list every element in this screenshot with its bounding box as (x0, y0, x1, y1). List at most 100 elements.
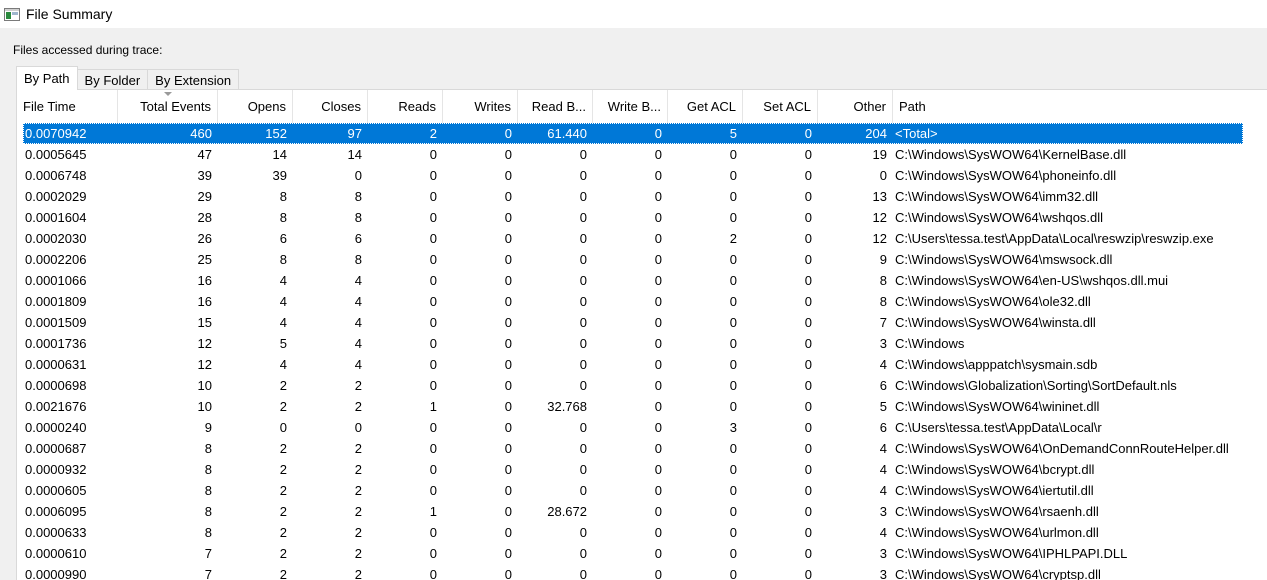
cell-closes: 4 (354, 294, 362, 309)
table-row[interactable]: 0.0006095 8 2 2 1 0 28.672 0 0 0 3 C:\Windows\SysWO… (23, 501, 1243, 522)
cell-path: C:\Windows\SysWOW64\IPHLPAPI.DLL (895, 546, 1128, 561)
cell-read-bytes: 0 (579, 525, 587, 540)
cell-set-acl: 0 (804, 189, 812, 204)
cell-path: C:\Windows\SysWOW64\imm32.dll (895, 189, 1098, 204)
cell-set-acl: 0 (804, 147, 812, 162)
table-row[interactable]: 0.0001809 16 4 4 0 0 0 0 0 0 8 C:\Windows\SysWOW64\… (23, 291, 1243, 312)
column-header-row: File Time Total Events Opens Closes Reads Wri… (17, 90, 1267, 123)
tab-by-path[interactable]: By Path (16, 66, 78, 90)
cell-reads: 0 (429, 294, 437, 309)
column-header-other[interactable]: Other (818, 90, 893, 123)
column-header-set-acl[interactable]: Set ACL (743, 90, 818, 123)
cell-set-acl: 0 (804, 399, 812, 414)
cell-writes: 0 (504, 336, 512, 351)
column-header-reads[interactable]: Reads (368, 90, 443, 123)
table-row[interactable]: 0.0002030 26 6 6 0 0 0 0 2 0 12 C:\Users\tessa.test… (23, 228, 1243, 249)
cell-closes: 2 (354, 462, 362, 477)
window-app-icon (4, 7, 20, 21)
cell-opens: 2 (279, 504, 287, 519)
cell-read-bytes: 0 (579, 378, 587, 393)
cell-total-events: 8 (204, 441, 212, 456)
cell-set-acl: 0 (804, 462, 812, 477)
cell-writes: 0 (504, 252, 512, 267)
cell-file-time: 0.0000687 (25, 441, 87, 456)
cell-write-bytes: 0 (654, 441, 662, 456)
cell-file-time: 0.0000990 (25, 567, 87, 580)
cell-closes: 4 (354, 357, 362, 372)
table-row[interactable]: 0.0001509 15 4 4 0 0 0 0 0 0 7 C:\Windows\SysWOW64\… (23, 312, 1243, 333)
table-row[interactable]: 0.0000610 7 2 2 0 0 0 0 0 0 3 C:\Windows\SysWOW64\I… (23, 543, 1243, 564)
cell-other: 19 (872, 147, 887, 162)
table-row[interactable]: 0.0000990 7 2 2 0 0 0 0 0 0 3 C:\Windows\SysWOW64\c… (23, 564, 1243, 580)
cell-closes: 8 (354, 210, 362, 225)
tab-by-extension[interactable]: By Extension (147, 69, 240, 90)
table-row[interactable]: 0.0002206 25 8 8 0 0 0 0 0 0 9 C:\Windows\SysWOW64\… (23, 249, 1243, 270)
cell-path: C:\Windows\SysWOW64\wininet.dll (895, 399, 1100, 414)
cell-writes: 0 (504, 210, 512, 225)
cell-total-events: 7 (204, 567, 212, 580)
table-row[interactable]: 0.0002029 29 8 8 0 0 0 0 0 0 13 C:\Windows\SysWOW64… (23, 186, 1243, 207)
cell-reads: 0 (429, 336, 437, 351)
cell-set-acl: 0 (804, 168, 812, 183)
column-header-opens[interactable]: Opens (218, 90, 293, 123)
cell-path: C:\Users\tessa.test\AppData\Local\reswzi… (895, 231, 1214, 246)
table-row[interactable]: 0.0005645 47 14 14 0 0 0 0 0 0 19 C:\Windows\SysWOW… (23, 144, 1243, 165)
cell-writes: 0 (504, 420, 512, 435)
cell-reads: 0 (429, 420, 437, 435)
cell-total-events: 9 (204, 420, 212, 435)
cell-get-acl: 0 (729, 147, 737, 162)
cell-read-bytes: 0 (579, 294, 587, 309)
table-row[interactable]: 0.0000687 8 2 2 0 0 0 0 0 0 4 C:\Windows\SysWOW64\O… (23, 438, 1243, 459)
cell-writes: 0 (504, 294, 512, 309)
cell-writes: 0 (504, 273, 512, 288)
column-header-writes[interactable]: Writes (443, 90, 518, 123)
column-header-write-bytes[interactable]: Write B... (593, 90, 668, 123)
cell-opens: 2 (279, 378, 287, 393)
table-row[interactable]: 0.0001736 12 5 4 0 0 0 0 0 0 3 C:\Windows (23, 333, 1243, 354)
cell-file-time: 0.0000631 (25, 357, 87, 372)
table-row[interactable]: 0.0001066 16 4 4 0 0 0 0 0 0 8 C:\Windows\SysWOW64\… (23, 270, 1243, 291)
cell-total-events: 15 (197, 315, 212, 330)
cell-writes: 0 (504, 567, 512, 580)
cell-file-time: 0.0002206 (25, 252, 87, 267)
cell-get-acl: 0 (729, 441, 737, 456)
table-row[interactable]: 0.0000698 10 2 2 0 0 0 0 0 0 6 C:\Windows\Globaliza… (23, 375, 1243, 396)
table-row[interactable]: 0.0000932 8 2 2 0 0 0 0 0 0 4 C:\Windows\SysWOW64\b… (23, 459, 1243, 480)
cell-read-bytes: 61.440 (547, 126, 587, 141)
cell-total-events: 10 (197, 399, 212, 414)
cell-write-bytes: 0 (654, 399, 662, 414)
cell-writes: 0 (504, 462, 512, 477)
table-row[interactable]: 0.0000631 12 4 4 0 0 0 0 0 0 4 C:\Windows\apppatch\… (23, 354, 1243, 375)
cell-total-events: 39 (197, 168, 212, 183)
column-header-total-events[interactable]: Total Events (118, 90, 218, 123)
column-header-read-bytes[interactable]: Read B... (518, 90, 593, 123)
cell-set-acl: 0 (804, 420, 812, 435)
table-row[interactable]: 0.0021676 10 2 2 1 0 32.768 0 0 0 5 C:\Windows\SysW… (23, 396, 1243, 417)
table-row[interactable]: 0.0006748 39 39 0 0 0 0 0 0 0 0 C:\Windows\SysWOW64… (23, 165, 1243, 186)
column-header-get-acl[interactable]: Get ACL (668, 90, 743, 123)
table-row[interactable]: 0.0070942 460 152 97 2 0 61.440 0 5 0 204 <Total> (23, 123, 1243, 144)
cell-read-bytes: 28.672 (547, 504, 587, 519)
cell-total-events: 10 (197, 378, 212, 393)
cell-write-bytes: 0 (654, 420, 662, 435)
cell-reads: 0 (429, 567, 437, 580)
table-row[interactable]: 0.0000240 9 0 0 0 0 0 0 3 0 6 C:\Users\tessa.test\A… (23, 417, 1243, 438)
column-header-file-time[interactable]: File Time (17, 90, 118, 123)
cell-closes: 2 (354, 525, 362, 540)
cell-write-bytes: 0 (654, 462, 662, 477)
cell-set-acl: 0 (804, 504, 812, 519)
cell-path: C:\Windows\SysWOW64\OnDemandConnRouteHel… (895, 441, 1229, 456)
cell-read-bytes: 0 (579, 189, 587, 204)
cell-file-time: 0.0001604 (25, 210, 87, 225)
column-header-closes[interactable]: Closes (293, 90, 368, 123)
cell-read-bytes: 0 (579, 357, 587, 372)
table-row[interactable]: 0.0000605 8 2 2 0 0 0 0 0 0 4 C:\Windows\SysWOW64\i… (23, 480, 1243, 501)
table-row[interactable]: 0.0000633 8 2 2 0 0 0 0 0 0 4 C:\Windows\SysWOW64\u… (23, 522, 1243, 543)
tab-by-folder[interactable]: By Folder (76, 69, 149, 90)
tab-strip: By Path By Folder By Extension (16, 66, 240, 90)
cell-read-bytes: 0 (579, 315, 587, 330)
column-header-path[interactable]: Path (893, 90, 1267, 123)
cell-read-bytes: 0 (579, 462, 587, 477)
cell-write-bytes: 0 (654, 294, 662, 309)
table-row[interactable]: 0.0001604 28 8 8 0 0 0 0 0 0 12 C:\Windows\SysWOW64… (23, 207, 1243, 228)
